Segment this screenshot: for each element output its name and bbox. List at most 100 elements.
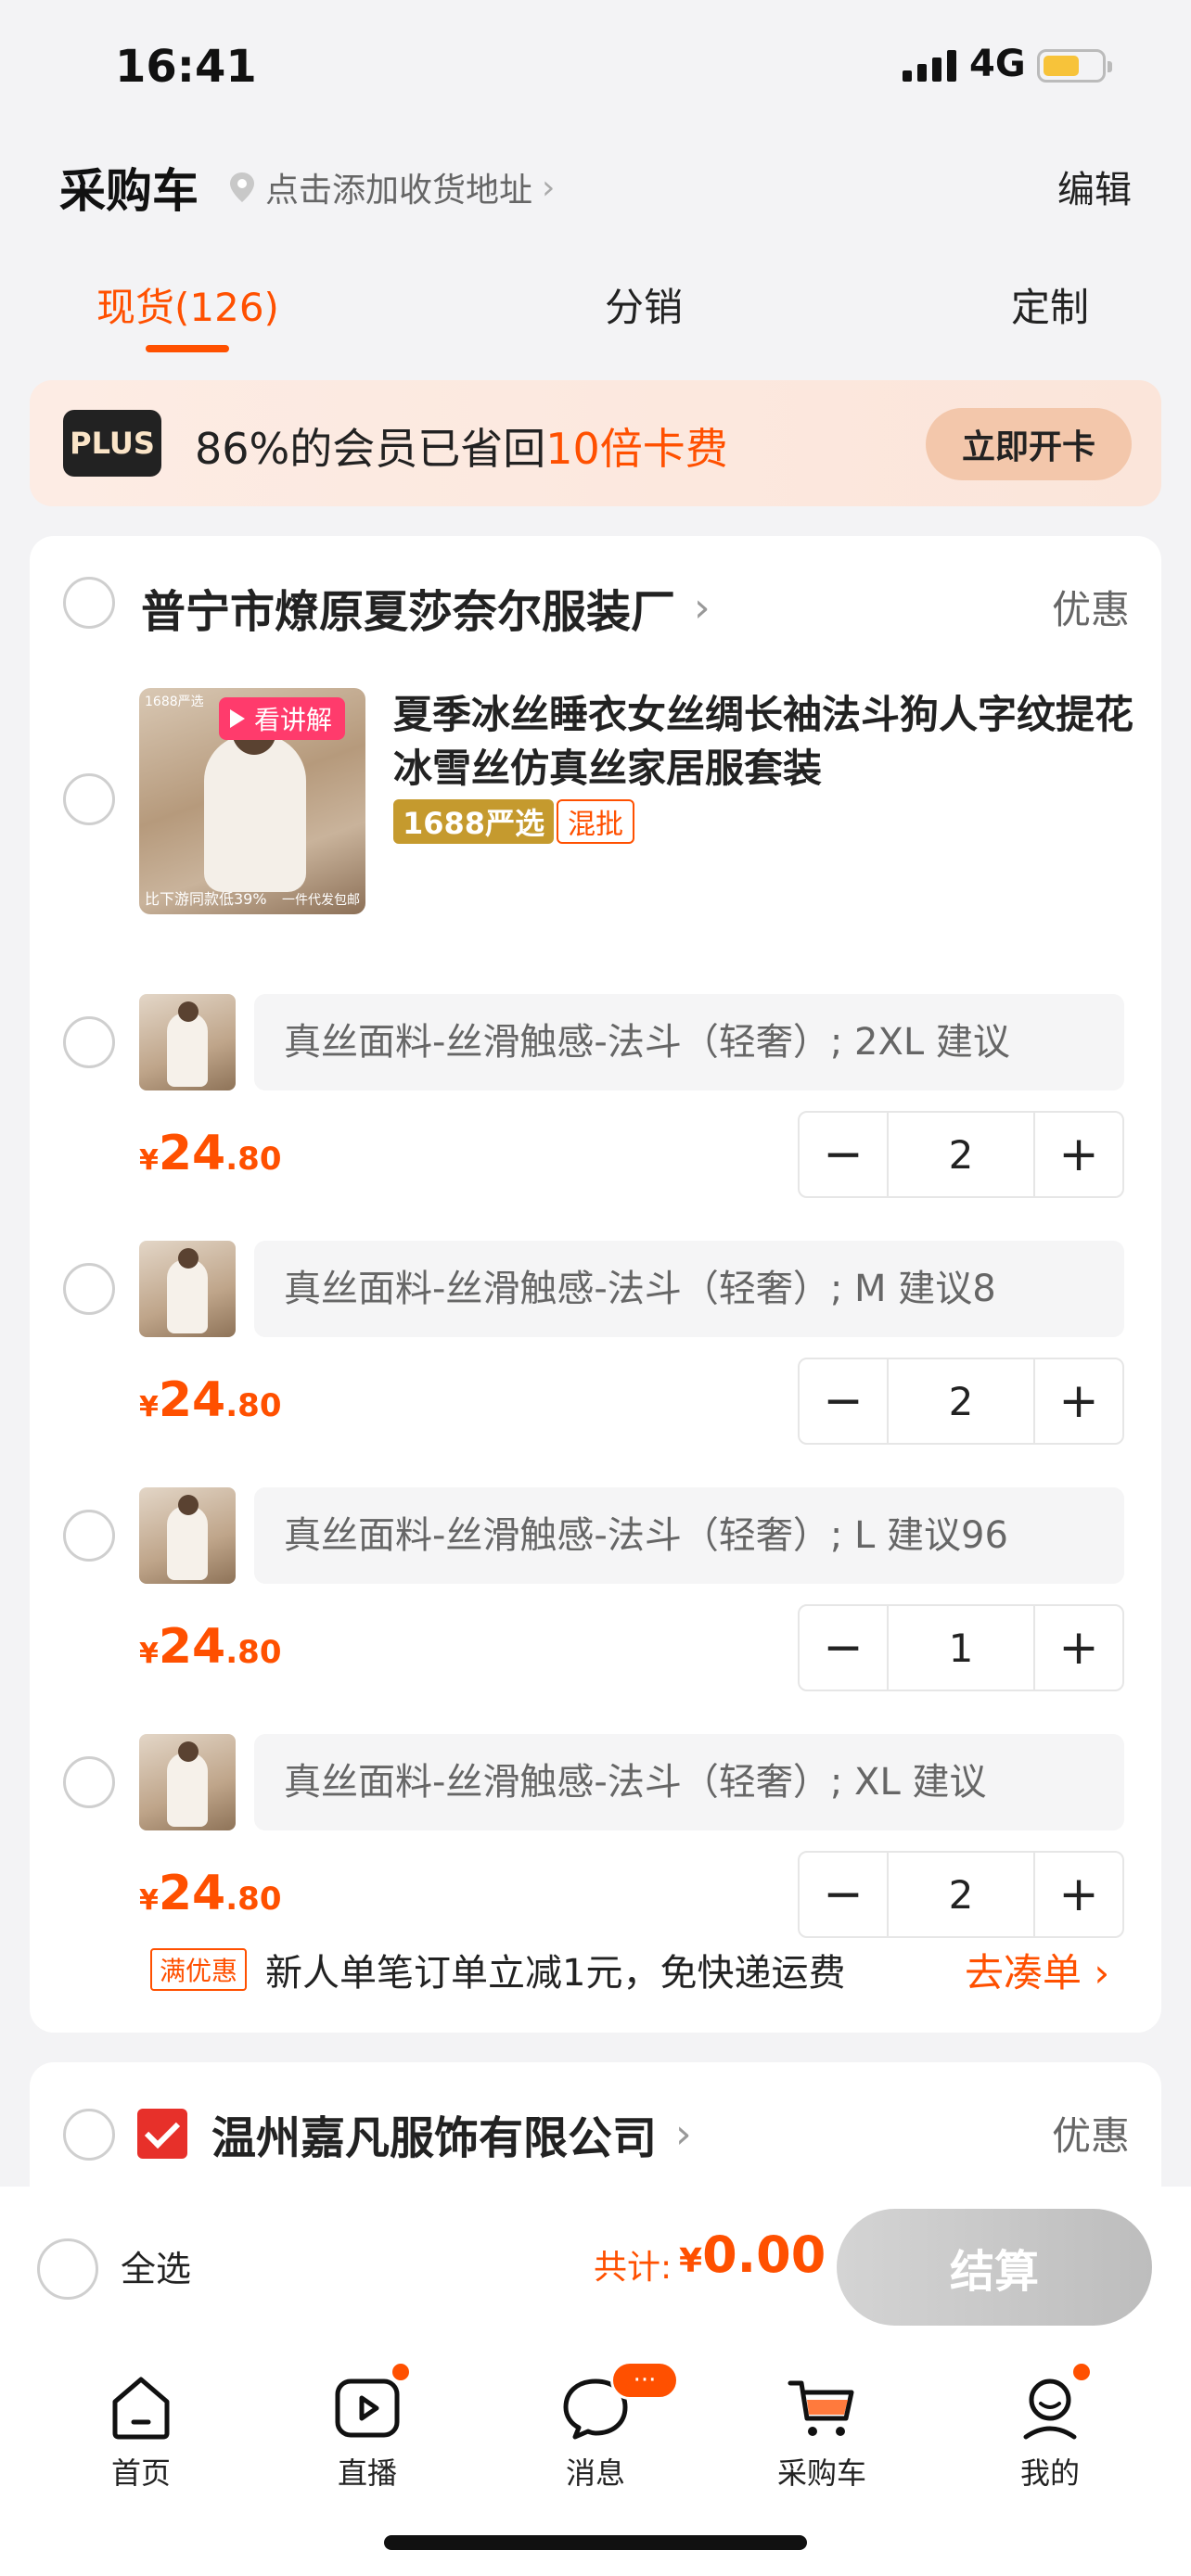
tab-spot[interactable]: 现货(126)	[96, 276, 279, 333]
tabbar-cart[interactable]: 采购车	[748, 2357, 896, 2496]
decrease-button[interactable]: −	[800, 1606, 887, 1690]
chevron-right-icon: ›	[1094, 1949, 1110, 1996]
promo-tag: 满优惠	[150, 1948, 248, 1991]
checkout-bar: 全选 共计: ¥0.00 结算	[0, 2187, 1191, 2344]
tabbar-cart-label: 采购车	[776, 2455, 866, 2491]
profile-icon	[1023, 2378, 1077, 2440]
total-amount: 0.00	[702, 2225, 826, 2284]
plus-badge: PLUS	[63, 410, 161, 477]
location-pin-icon	[230, 172, 254, 202]
sku-image	[139, 1734, 236, 1830]
video-explain-badge[interactable]: 看讲解	[219, 697, 346, 740]
price-integer: 24	[158, 1126, 226, 1181]
chevron-right-icon: ›	[694, 583, 711, 631]
plus-text-prefix: 86%的会员已省回	[195, 424, 546, 474]
page-title: 采购车	[59, 164, 198, 218]
mixed-wholesale-tag: 混批	[557, 799, 634, 844]
store-name-link[interactable]: 普宁市燎原夏莎奈尔服装厂 ›	[141, 575, 711, 640]
edit-button[interactable]: 编辑	[1057, 159, 1132, 213]
increase-button[interactable]: +	[1035, 1113, 1122, 1196]
message-badge: ···	[610, 2361, 679, 2400]
price-decimal: .80	[225, 1387, 282, 1424]
price-decimal: .80	[225, 1634, 282, 1671]
product-checkbox[interactable]	[63, 773, 115, 825]
sku-checkbox[interactable]	[63, 1510, 115, 1562]
price-integer: 24	[158, 1372, 226, 1428]
tabbar-profile[interactable]: 我的	[976, 2357, 1124, 2496]
store-discount-button[interactable]: 优惠	[1052, 579, 1130, 635]
sku-spec-selector[interactable]: 真丝面料-丝滑触感-法斗（轻奢）; M 建议8	[254, 1241, 1124, 1337]
price-decimal: .80	[225, 1881, 282, 1918]
home-indicator	[384, 2535, 807, 2550]
tabbar-live-label: 直播	[337, 2455, 397, 2491]
store-logo-icon	[137, 2109, 187, 2159]
promo-text: 新人单笔订单立减1元，免快递运费	[265, 1952, 846, 1995]
store-checkbox[interactable]	[63, 2109, 115, 2161]
play-icon	[230, 709, 245, 728]
product-photo-figure	[204, 734, 306, 892]
decrease-button[interactable]: −	[800, 1853, 887, 1936]
add-more-link[interactable]: 去凑单 ›	[965, 1942, 1109, 1998]
plus-membership-banner[interactable]: PLUS 86%的会员已省回10倍卡费 立即开卡	[30, 380, 1161, 506]
add-more-label: 去凑单	[965, 1949, 1082, 1996]
thumb-tag: 1688严选	[145, 695, 204, 709]
decrease-button[interactable]: −	[800, 1113, 887, 1196]
select-all-checkbox[interactable]	[37, 2238, 98, 2300]
plus-banner-text: 86%的会员已省回10倍卡费	[195, 415, 728, 477]
quantity-input[interactable]: 2	[887, 1113, 1035, 1196]
home-icon	[112, 2377, 170, 2440]
product-image[interactable]: 1688严选 看讲解 比下游同款低39% 一件代发包邮	[139, 688, 365, 914]
store-discount-button[interactable]: 优惠	[1052, 2105, 1130, 2162]
product-title[interactable]: 夏季冰丝睡衣女丝绸长袖法斗狗人字纹提花冰雪丝仿真丝家居服套装	[393, 688, 1135, 796]
tabbar-home-label: 首页	[110, 2455, 171, 2491]
price-symbol: ¥	[139, 1144, 159, 1177]
price-integer: 24	[158, 1619, 226, 1675]
status-bar: 16:41 4G	[0, 0, 1191, 130]
sku-checkbox[interactable]	[63, 1263, 115, 1315]
address-selector[interactable]: 点击添加收货地址 ›	[228, 163, 555, 211]
price-symbol: ¥	[139, 1391, 159, 1423]
store-name-link[interactable]: 温州嘉凡服饰有限公司 ›	[211, 2101, 692, 2166]
sku-spec-selector[interactable]: 真丝面料-丝滑触感-法斗（轻奢）; 2XL 建议	[254, 994, 1124, 1090]
store-checkbox[interactable]	[63, 577, 115, 629]
live-icon	[335, 2378, 400, 2438]
decrease-button[interactable]: −	[800, 1359, 887, 1443]
increase-button[interactable]: +	[1035, 1359, 1122, 1443]
header: 采购车 点击添加收货地址 › 编辑	[0, 139, 1191, 232]
sku-image	[139, 1241, 236, 1337]
sku-price: ¥24.80	[139, 1866, 281, 1921]
tabbar-message-label: 消息	[565, 2455, 625, 2491]
chevron-right-icon: ›	[542, 168, 556, 207]
notification-dot	[390, 2361, 412, 2383]
tab-custom[interactable]: 定制	[1011, 276, 1089, 333]
signal-icon	[903, 50, 956, 82]
tabbar-home[interactable]: 首页	[67, 2357, 215, 2496]
checkout-button[interactable]: 结算	[837, 2209, 1152, 2326]
sku-spec-selector[interactable]: 真丝面料-丝滑触感-法斗（轻奢）; XL 建议	[254, 1734, 1124, 1830]
chevron-right-icon: ›	[675, 2110, 692, 2158]
quantity-input[interactable]: 1	[887, 1606, 1035, 1690]
plus-text-highlight: 10倍卡费	[545, 424, 728, 474]
tab-distribution[interactable]: 分销	[605, 276, 683, 333]
quantity-stepper: − 2 +	[798, 1358, 1124, 1445]
price-decimal: .80	[225, 1141, 282, 1178]
increase-button[interactable]: +	[1035, 1853, 1122, 1936]
sku-spec-selector[interactable]: 真丝面料-丝滑触感-法斗（轻奢）; L 建议96	[254, 1487, 1124, 1584]
quantity-stepper: − 2 +	[798, 1111, 1124, 1198]
quantity-stepper: − 2 +	[798, 1851, 1124, 1938]
bottom-tab-bar: 首页 直播 ··· 消息 采购车 我的	[0, 2344, 1191, 2576]
sku-checkbox[interactable]	[63, 1016, 115, 1068]
quantity-input[interactable]: 2	[887, 1359, 1035, 1443]
tabbar-profile-label: 我的	[1019, 2455, 1080, 2491]
open-membership-button[interactable]: 立即开卡	[926, 408, 1132, 480]
address-hint: 点击添加收货地址	[265, 172, 533, 210]
sku-checkbox[interactable]	[63, 1756, 115, 1808]
notification-dot	[1070, 2361, 1093, 2383]
increase-button[interactable]: +	[1035, 1606, 1122, 1690]
tabbar-message[interactable]: ··· 消息	[521, 2357, 679, 2496]
network-type: 4G	[969, 43, 1026, 85]
sku-price: ¥24.80	[139, 1619, 281, 1675]
cart-icon	[788, 2380, 854, 2436]
quantity-input[interactable]: 2	[887, 1853, 1035, 1936]
tabbar-live[interactable]: 直播	[293, 2357, 442, 2496]
